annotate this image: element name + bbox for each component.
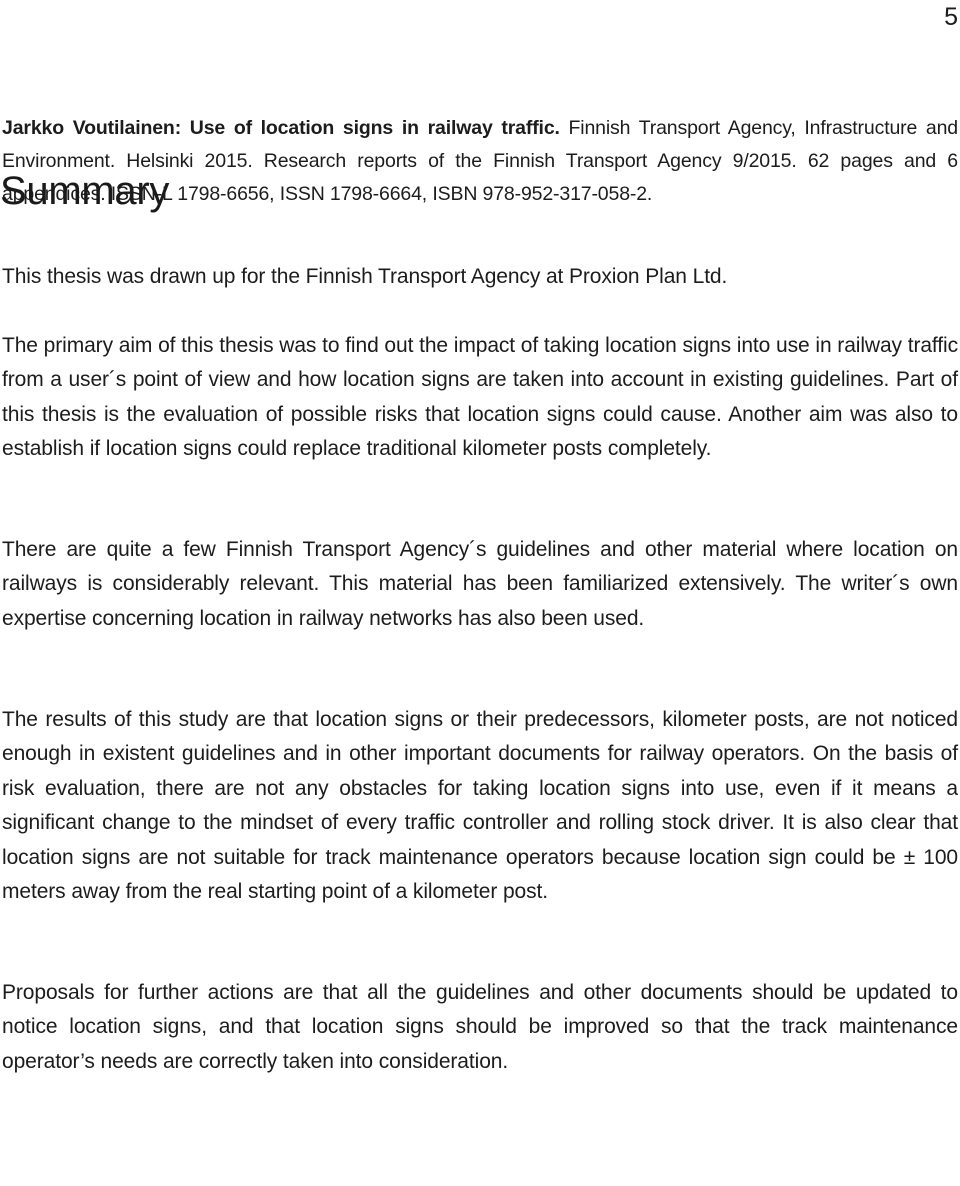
paragraph-results: The results of this study are that locat… (2, 708, 958, 904)
paragraph-aim: The primary aim of this thesis was to fi… (2, 334, 958, 461)
paragraph-intro: This thesis was drawn up for the Finnish… (2, 265, 728, 288)
document-page: 5 Jarkko Voutilainen: Use of location si… (0, 0, 960, 1186)
page-title: Summary (0, 169, 170, 213)
bibliographic-title: Jarkko Voutilainen: Use of location sign… (2, 117, 560, 139)
page-number: 5 (944, 3, 958, 31)
paragraph-proposals: Proposals for further actions are that a… (2, 981, 958, 1073)
paragraph-guidelines: There are quite a few Finnish Transport … (2, 538, 958, 630)
